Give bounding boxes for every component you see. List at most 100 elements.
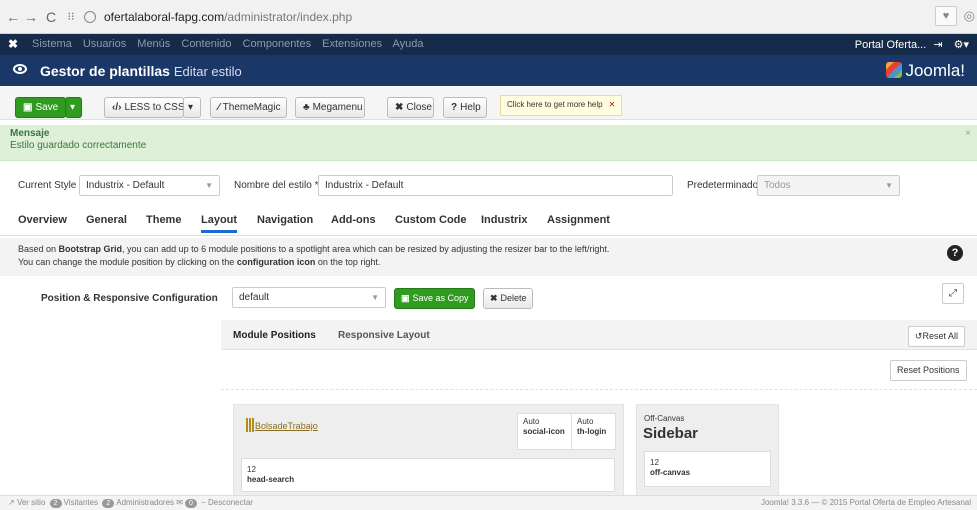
settings-gear-icon[interactable]: ⚙▾	[954, 39, 969, 51]
delete-button[interactable]: ✖ Delete	[483, 288, 533, 309]
tooltip-close-icon[interactable]: ✕	[609, 100, 616, 109]
help-button[interactable]: ? Help	[443, 97, 487, 118]
position-cell[interactable]: Auto th-login	[571, 413, 616, 450]
style-name-input[interactable]: Industrix - Default	[318, 175, 673, 196]
magic-wand-icon: ⁄	[218, 102, 220, 113]
position-cell[interactable]: Auto social-icon	[517, 413, 572, 450]
bookmark-heart-icon[interactable]: ♥	[935, 6, 957, 26]
info-line-1: Based on Bootstrap Grid, you can add up …	[18, 243, 959, 256]
back-icon[interactable]: ←	[4, 0, 22, 34]
save-label: Save	[35, 102, 59, 113]
menu-item-extensiones[interactable]: Extensiones	[322, 38, 382, 50]
tab-module-positions[interactable]: Module Positions	[233, 330, 316, 341]
off-canvas-title: Sidebar	[643, 425, 699, 442]
menu-item-componentes[interactable]: Componentes	[243, 38, 312, 50]
position-config-label: Position & Responsive Configuration	[41, 293, 218, 304]
tooltip-text: Click here to get more help	[507, 100, 603, 109]
joomla-menu-icon[interactable]: ✖	[8, 37, 18, 51]
eye-icon	[13, 64, 27, 74]
page-title-text: Gestor de plantillas	[40, 63, 170, 79]
site-logo: BolsadeTrabajo	[246, 418, 318, 432]
menu-item-sistema[interactable]: Sistema	[32, 38, 72, 50]
messages-badge: 0	[184, 499, 197, 508]
address-bar[interactable]: ofertalaboral-fapg.com/administrator/ind…	[104, 10, 352, 24]
reset-all-button[interactable]: ↺Reset All	[907, 326, 965, 347]
browser-menu-icon[interactable]: ◎	[964, 8, 975, 24]
megamenu-button[interactable]: ♣ Megamenu	[295, 97, 365, 118]
message-close-icon[interactable]: ×	[965, 128, 971, 140]
info-text: on the top right.	[315, 257, 381, 267]
cell-name: head-search	[247, 475, 295, 484]
less-to-css-button[interactable]: ‹/› LESS to CSS	[104, 97, 184, 118]
current-style-value: Industrix - Default	[86, 180, 165, 191]
reload-icon[interactable]: C	[42, 0, 60, 34]
site-info-icon[interactable]	[84, 11, 96, 23]
less-dropdown-button[interactable]: ▾	[183, 97, 201, 118]
layout-select[interactable]: default ▼	[232, 287, 386, 308]
envelope-icon[interactable]: ✉	[176, 498, 183, 507]
current-style-select[interactable]: Industrix - Default ▼	[79, 175, 220, 196]
close-icon: ✖	[395, 102, 404, 113]
visitors-label: Visitantes	[63, 498, 99, 507]
save-icon: ▣	[401, 293, 410, 303]
logo-bars-icon	[246, 418, 254, 432]
apps-icon[interactable]: ⁝⁝	[62, 0, 80, 34]
logout-link[interactable]: Desconectar	[208, 498, 253, 507]
less-label: LESS to CSS	[124, 102, 185, 113]
thememagic-button[interactable]: ⁄ ThemeMagic	[210, 97, 287, 118]
info-text: You can change the module position by cl…	[18, 257, 237, 267]
visitors-badge: 2	[49, 499, 62, 508]
view-site-link[interactable]: Ver sitio	[17, 498, 45, 507]
caret-down-icon: ▾	[188, 102, 194, 113]
save-button[interactable]: ▣ Save	[15, 97, 66, 118]
menu-item-usuarios[interactable]: Usuarios	[83, 38, 126, 50]
layout-subbar: Module Positions Responsive Layout ↺Rese…	[221, 320, 977, 350]
info-bold: configuration icon	[236, 257, 316, 267]
browser-toolbar: ← → C ⁝⁝ ofertalaboral-fapg.com/administ…	[0, 0, 977, 34]
page-header: Gestor de plantillas Editar estilo Jooml…	[0, 55, 977, 86]
save-copy-label: Save as Copy	[412, 293, 469, 303]
tab-custom-code[interactable]: Custom Code	[395, 214, 467, 226]
default-label: Predeterminado	[687, 180, 759, 191]
tab-industrix[interactable]: Industrix	[481, 214, 527, 226]
reset-positions-label: Reset Positions	[897, 365, 960, 375]
tab-general[interactable]: General	[86, 214, 127, 226]
page-title: Gestor de plantillas Editar estilo	[40, 63, 242, 79]
message-text: Estilo guardado correctamente	[10, 140, 147, 151]
menu-item-ayuda[interactable]: Ayuda	[393, 38, 424, 50]
save-dropdown-button[interactable]: ▾	[65, 97, 82, 118]
caret-down-icon: ▾	[70, 102, 76, 113]
tab-theme[interactable]: Theme	[146, 214, 181, 226]
position-cell[interactable]: 12 head-search	[241, 458, 615, 492]
tab-responsive-layout[interactable]: Responsive Layout	[338, 330, 430, 341]
message-title: Mensaje	[10, 128, 50, 139]
tab-assignment[interactable]: Assignment	[547, 214, 610, 226]
default-select[interactable]: Todos ▼	[757, 175, 900, 196]
help-question-icon[interactable]: ?	[947, 245, 963, 261]
tab-add-ons[interactable]: Add-ons	[331, 214, 376, 226]
menu-item-menus[interactable]: Menús	[137, 38, 170, 50]
status-bar: ↗ Ver sitio 2 Visitantes 2 Administradores…	[0, 495, 977, 510]
forward-icon[interactable]: →	[22, 0, 40, 34]
tab-navigation[interactable]: Navigation	[257, 214, 313, 226]
info-line-2: You can change the module position by cl…	[18, 256, 959, 269]
menu-item-contenido[interactable]: Contenido	[181, 38, 231, 50]
external-link-icon[interactable]: ⇥	[933, 39, 942, 51]
cell-size: Auto	[577, 417, 594, 426]
save-icon: ▣	[23, 102, 33, 113]
megamenu-label: Megamenu	[312, 102, 363, 113]
close-button[interactable]: ✖ Close	[387, 97, 434, 118]
reset-positions-button[interactable]: Reset Positions	[890, 360, 967, 381]
status-left: ↗ Ver sitio 2 Visitantes 2 Administradores…	[8, 496, 253, 510]
tab-overview[interactable]: Overview	[18, 214, 67, 226]
expand-icon[interactable]: ⤢	[942, 283, 964, 304]
thememagic-label: ThemeMagic	[222, 102, 281, 113]
question-icon: ?	[451, 102, 458, 113]
cell-size: 12	[247, 465, 256, 474]
save-as-copy-button[interactable]: ▣ Save as Copy	[394, 288, 475, 309]
position-cell[interactable]: 12 off-canvas	[644, 451, 771, 487]
current-style-label: Current Style	[18, 180, 77, 191]
tab-layout[interactable]: Layout	[201, 214, 238, 233]
site-link[interactable]: Portal Oferta...	[855, 39, 927, 51]
info-text: Based on	[18, 244, 59, 254]
